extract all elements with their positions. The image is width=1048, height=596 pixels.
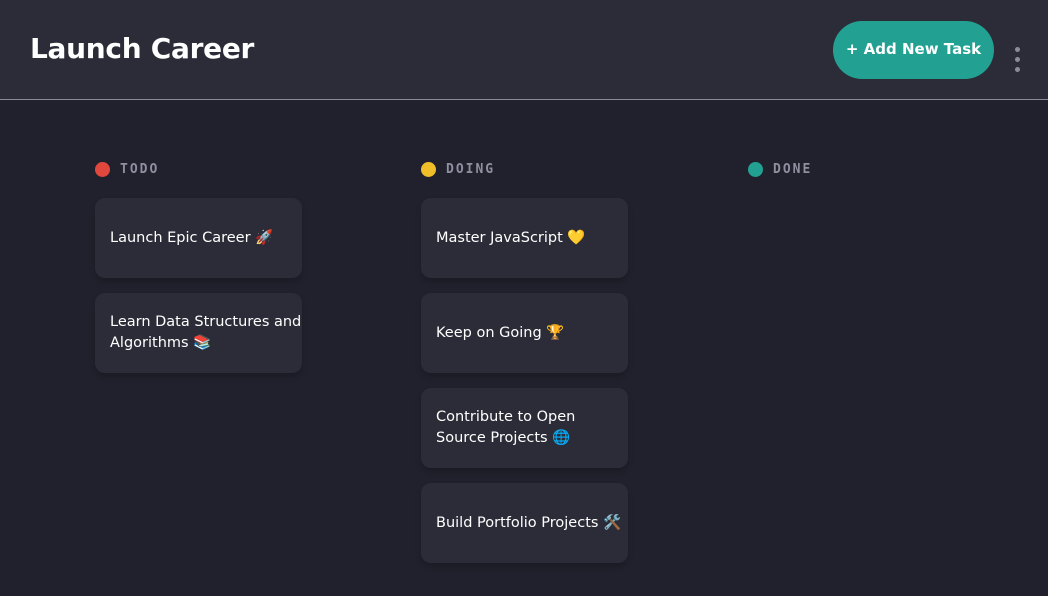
menu-dot	[1014, 67, 1020, 72]
card-list: Launch Epic Career 🚀 Learn Data Structur…	[95, 198, 305, 373]
task-title: Contribute to Open Source Projects 🌐	[436, 409, 576, 446]
task-title: Build Portfolio Projects 🛠️	[436, 514, 622, 531]
column-title: TODO	[120, 161, 160, 177]
task-card[interactable]: Build Portfolio Projects 🛠️	[421, 483, 628, 563]
status-dot	[748, 161, 763, 177]
column-title: DONE	[773, 161, 813, 177]
task-title: Learn Data Structures and Algorithms 📚	[110, 314, 302, 351]
column-todo: TODO Launch Epic Career 🚀 Learn Data Str…	[95, 160, 305, 373]
task-card[interactable]: Keep on Going 🏆	[421, 293, 628, 373]
status-dot	[95, 161, 110, 177]
task-title: Launch Epic Career 🚀	[110, 229, 274, 246]
task-title: Keep on Going 🏆	[436, 324, 565, 341]
menu-dot	[1014, 47, 1020, 52]
column-header: DOING	[421, 160, 631, 178]
column-doing: DOING Master JavaScript 💛 Keep on Going …	[421, 160, 631, 563]
task-title: Master JavaScript 💛	[436, 229, 586, 246]
add-new-task-button[interactable]: + Add New Task	[833, 21, 994, 79]
task-card[interactable]: Contribute to Open Source Projects 🌐	[421, 388, 628, 468]
column-header: DONE	[748, 160, 958, 178]
task-card[interactable]: Learn Data Structures and Algorithms 📚	[95, 293, 302, 373]
kebab-menu-icon[interactable]	[1008, 44, 1026, 74]
task-card[interactable]: Launch Epic Career 🚀	[95, 198, 302, 278]
column-done: DONE	[748, 160, 958, 198]
card-list: Master JavaScript 💛 Keep on Going 🏆 Cont…	[421, 198, 631, 563]
status-dot	[421, 161, 436, 177]
column-title: DOING	[446, 161, 496, 177]
menu-dot	[1014, 57, 1020, 62]
board-header: Launch Career + Add New Task	[0, 0, 1048, 100]
task-card[interactable]: Master JavaScript 💛	[421, 198, 628, 278]
column-header: TODO	[95, 160, 305, 178]
board-title: Launch Career	[30, 32, 255, 65]
